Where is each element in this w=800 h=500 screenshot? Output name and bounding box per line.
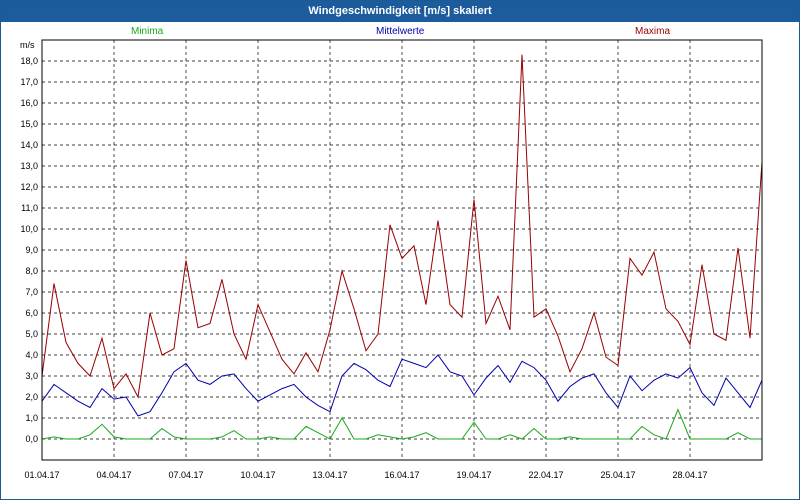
y-tick-label: 9,0 xyxy=(25,245,38,255)
y-tick-label: 13,0 xyxy=(20,161,38,171)
y-tick-labels: 0,0 1,0 2,0 3,0 4,0 5,0 6,0 7,0 8,0 9,0 10,0 11,0 12… xyxy=(20,56,38,444)
x-tick-label: 04.04.17 xyxy=(96,470,131,480)
x-tick-label: 13.04.17 xyxy=(312,470,347,480)
x-tick-label: 16.04.17 xyxy=(384,470,419,480)
x-tick-label: 28.04.17 xyxy=(672,470,707,480)
x-tick-labels: 01.04.17 04.04.17 07.04.17 10.04.17 13.04.17… xyxy=(24,470,707,480)
y-tick-label: 4,0 xyxy=(25,350,38,360)
x-tick-label: 10.04.17 xyxy=(240,470,275,480)
y-tick-label: 5,0 xyxy=(25,329,38,339)
chart-grid xyxy=(41,40,762,460)
y-tick-label: 11,0 xyxy=(21,203,38,213)
x-tick-label: 19.04.17 xyxy=(456,470,491,480)
y-tick-label: 12,0 xyxy=(20,182,38,192)
y-tick-label: 2,0 xyxy=(25,392,38,402)
y-tick-label: 14,0 xyxy=(20,140,38,150)
x-tick-label: 07.04.17 xyxy=(168,470,203,480)
y-tick-label: 6,0 xyxy=(25,308,38,318)
y-axis-unit-label: m/s xyxy=(20,40,35,50)
x-tick-label: 22.04.17 xyxy=(528,470,563,480)
y-tick-label: 7,0 xyxy=(25,287,38,297)
y-tick-label: 0,0 xyxy=(25,434,38,444)
x-tick-label: 25.04.17 xyxy=(600,470,635,480)
y-tick-label: 3,0 xyxy=(25,371,38,381)
y-tick-label: 18,0 xyxy=(20,56,38,66)
y-tick-label: 8,0 xyxy=(25,266,38,276)
y-tick-label: 16,0 xyxy=(20,98,38,108)
y-tick-label: 15,0 xyxy=(20,119,38,129)
wind-speed-chart: m/s 0,0 1,0 2,0 3,0 4,0 5,0 6,0 7,0 8,0 9,0 10,0 11… xyxy=(20,39,763,480)
y-tick-label: 17,0 xyxy=(20,77,38,87)
y-tick-label: 1,0 xyxy=(25,413,38,423)
x-tick-label: 01.04.17 xyxy=(24,470,59,480)
y-tick-label: 10,0 xyxy=(20,224,38,234)
